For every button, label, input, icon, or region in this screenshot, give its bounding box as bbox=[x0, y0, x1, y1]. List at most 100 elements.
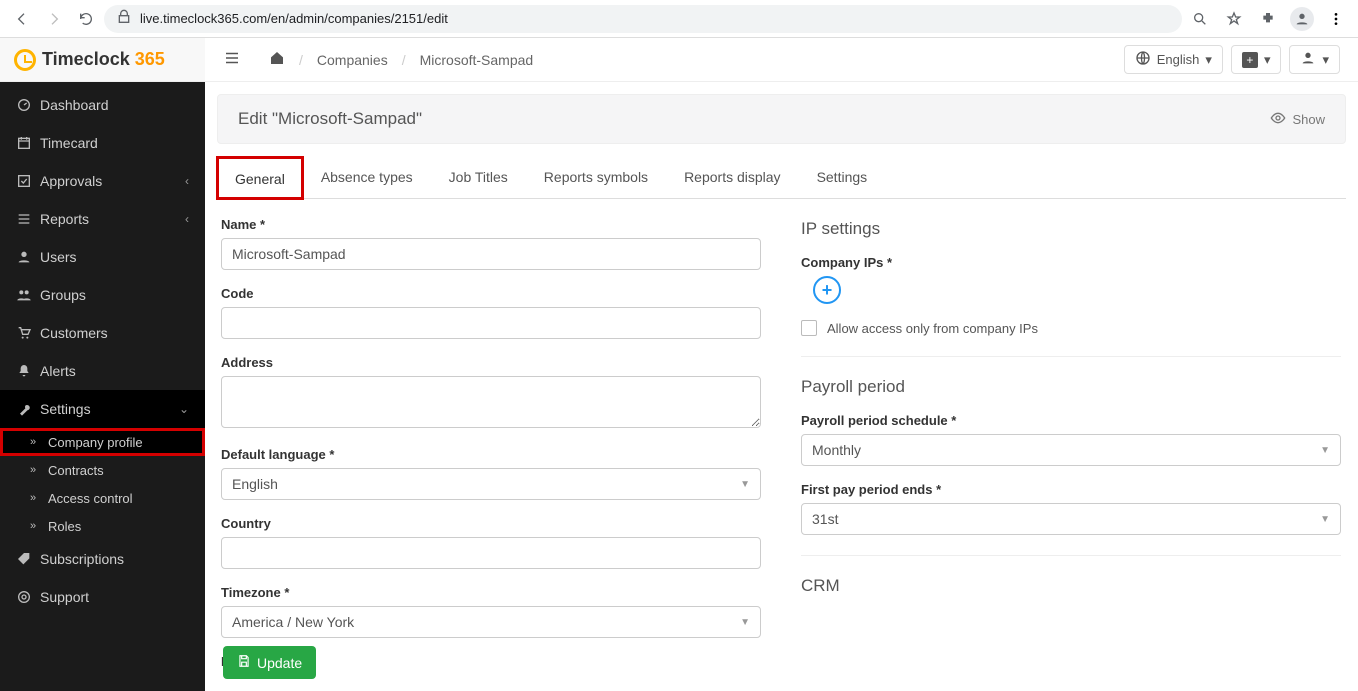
field-company-ips: Company IPs * + bbox=[801, 255, 1341, 304]
sidebar-item-timecard[interactable]: Timecard bbox=[0, 124, 205, 162]
breadcrumb-current: Microsoft-Sampad bbox=[420, 52, 534, 68]
tab-reports-display[interactable]: Reports display bbox=[666, 157, 799, 199]
ip-section-title: IP settings bbox=[801, 219, 1341, 239]
extensions-icon[interactable] bbox=[1254, 5, 1282, 33]
browser-toolbar: live.timeclock365.com/en/admin/companies… bbox=[0, 0, 1358, 38]
allow-ip-checkbox[interactable] bbox=[801, 320, 817, 336]
chevron-right-icon: » bbox=[30, 464, 48, 476]
update-button[interactable]: Update bbox=[223, 646, 316, 679]
tab-general[interactable]: General bbox=[217, 157, 303, 199]
payroll-schedule-label: Payroll period schedule * bbox=[801, 413, 1341, 428]
address-input[interactable] bbox=[221, 376, 761, 428]
globe-icon bbox=[1135, 50, 1151, 69]
lock-icon bbox=[116, 9, 132, 28]
reload-icon[interactable] bbox=[72, 5, 100, 33]
sidebar-item-alerts[interactable]: Alerts bbox=[0, 352, 205, 390]
breadcrumb-companies[interactable]: Companies bbox=[317, 52, 388, 68]
profile-icon[interactable] bbox=[1288, 5, 1316, 33]
life-ring-icon bbox=[16, 589, 40, 605]
first-pay-select[interactable]: 31st▼ bbox=[801, 503, 1341, 535]
list-icon bbox=[16, 211, 40, 227]
sidebar-item-support[interactable]: Support bbox=[0, 578, 205, 616]
first-pay-label: First pay period ends * bbox=[801, 482, 1341, 497]
sidebar-item-customers[interactable]: Customers bbox=[0, 314, 205, 352]
tab-job-titles[interactable]: Job Titles bbox=[431, 157, 526, 199]
allow-ip-row: Allow access only from company IPs bbox=[801, 320, 1341, 336]
highlight-company-wrapper: »Company profile bbox=[0, 428, 205, 456]
payroll-schedule-value: Monthly bbox=[812, 442, 861, 458]
search-icon[interactable] bbox=[1186, 5, 1214, 33]
sidebar-item-users[interactable]: Users bbox=[0, 238, 205, 276]
name-input[interactable] bbox=[221, 238, 761, 270]
sidebar-item-label: Company profile bbox=[48, 435, 189, 450]
chevron-right-icon: » bbox=[30, 436, 48, 448]
sidebar-item-groups[interactable]: Groups bbox=[0, 276, 205, 314]
content: Edit "Microsoft-Sampad" Show General Abs… bbox=[205, 82, 1358, 691]
menu-icon[interactable] bbox=[1322, 5, 1350, 33]
sidebar-item-label: Users bbox=[40, 249, 189, 265]
sidebar-sub-access-control[interactable]: »Access control bbox=[0, 484, 205, 512]
language-dropdown[interactable]: English▾ bbox=[1124, 45, 1223, 74]
chevron-down-icon: ⌄ bbox=[179, 402, 189, 416]
show-link[interactable]: Show bbox=[1270, 110, 1325, 129]
check-icon bbox=[16, 173, 40, 189]
sidebar-item-label: Reports bbox=[40, 211, 185, 227]
forward-icon[interactable] bbox=[40, 5, 68, 33]
star-icon[interactable] bbox=[1220, 5, 1248, 33]
hamburger-icon[interactable] bbox=[223, 49, 241, 70]
address-label: Address bbox=[221, 355, 761, 370]
language-select[interactable]: English ▼ bbox=[221, 468, 761, 500]
country-label: Country bbox=[221, 516, 761, 531]
home-icon[interactable] bbox=[269, 50, 285, 69]
field-first-pay-period: First pay period ends * 31st▼ bbox=[801, 482, 1341, 535]
main-area: / Companies / Microsoft-Sampad English▾ … bbox=[205, 38, 1358, 691]
tab-absence-types[interactable]: Absence types bbox=[303, 157, 431, 199]
sidebar-item-label: Settings bbox=[40, 401, 179, 417]
sidebar-sub-roles[interactable]: »Roles bbox=[0, 512, 205, 540]
sidebar-sub-contracts[interactable]: »Contracts bbox=[0, 456, 205, 484]
page-title: Edit "Microsoft-Sampad" bbox=[238, 109, 422, 129]
user-dropdown[interactable]: ▾ bbox=[1289, 45, 1340, 74]
sidebar-item-dashboard[interactable]: Dashboard bbox=[0, 86, 205, 124]
sidebar-item-reports[interactable]: Reports‹ bbox=[0, 200, 205, 238]
eye-icon bbox=[1270, 110, 1286, 129]
browser-right-icons bbox=[1186, 5, 1350, 33]
show-label: Show bbox=[1292, 112, 1325, 127]
language-value: English bbox=[232, 476, 278, 492]
sidebar-item-label: Approvals bbox=[40, 173, 185, 189]
sidebar-item-approvals[interactable]: Approvals‹ bbox=[0, 162, 205, 200]
chevron-left-icon: ‹ bbox=[185, 212, 189, 226]
caret-down-icon: ▼ bbox=[740, 479, 750, 490]
sidebar-item-label: Customers bbox=[40, 325, 189, 341]
user-icon bbox=[16, 249, 40, 265]
payroll-section-title: Payroll period bbox=[801, 377, 1341, 397]
allow-ip-label: Allow access only from company IPs bbox=[827, 321, 1038, 336]
add-ip-button[interactable]: + bbox=[813, 276, 841, 304]
caret-down-icon: ▼ bbox=[740, 617, 750, 628]
sidebar-item-label: Timecard bbox=[40, 135, 189, 151]
sidebar-item-label: Dashboard bbox=[40, 97, 189, 113]
tab-reports-symbols[interactable]: Reports symbols bbox=[526, 157, 666, 199]
users-icon bbox=[16, 287, 40, 303]
logo[interactable]: Timeclock 365 bbox=[0, 38, 205, 82]
field-country: Country bbox=[221, 516, 761, 569]
chevron-right-icon: » bbox=[30, 492, 48, 504]
sidebar-item-settings[interactable]: Settings⌄ bbox=[0, 390, 205, 428]
sidebar-item-label: Roles bbox=[48, 519, 189, 534]
plus-icon: + bbox=[822, 280, 833, 301]
sidebar-sub-company-profile[interactable]: »Company profile bbox=[0, 428, 205, 456]
calendar-icon bbox=[16, 135, 40, 151]
divider bbox=[801, 555, 1341, 556]
payroll-schedule-select[interactable]: Monthly▼ bbox=[801, 434, 1341, 466]
add-dropdown[interactable]: +▾ bbox=[1231, 45, 1282, 74]
address-bar[interactable]: live.timeclock365.com/en/admin/companies… bbox=[104, 5, 1182, 33]
sidebar-item-label: Subscriptions bbox=[40, 551, 189, 567]
tab-settings[interactable]: Settings bbox=[799, 157, 886, 199]
country-input[interactable] bbox=[221, 537, 761, 569]
code-input[interactable] bbox=[221, 307, 761, 339]
sidebar-item-subscriptions[interactable]: Subscriptions bbox=[0, 540, 205, 578]
crumb-sep: / bbox=[396, 52, 412, 68]
field-code: Code bbox=[221, 286, 761, 339]
back-icon[interactable] bbox=[8, 5, 36, 33]
timezone-select[interactable]: America / New York▼ bbox=[221, 606, 761, 638]
